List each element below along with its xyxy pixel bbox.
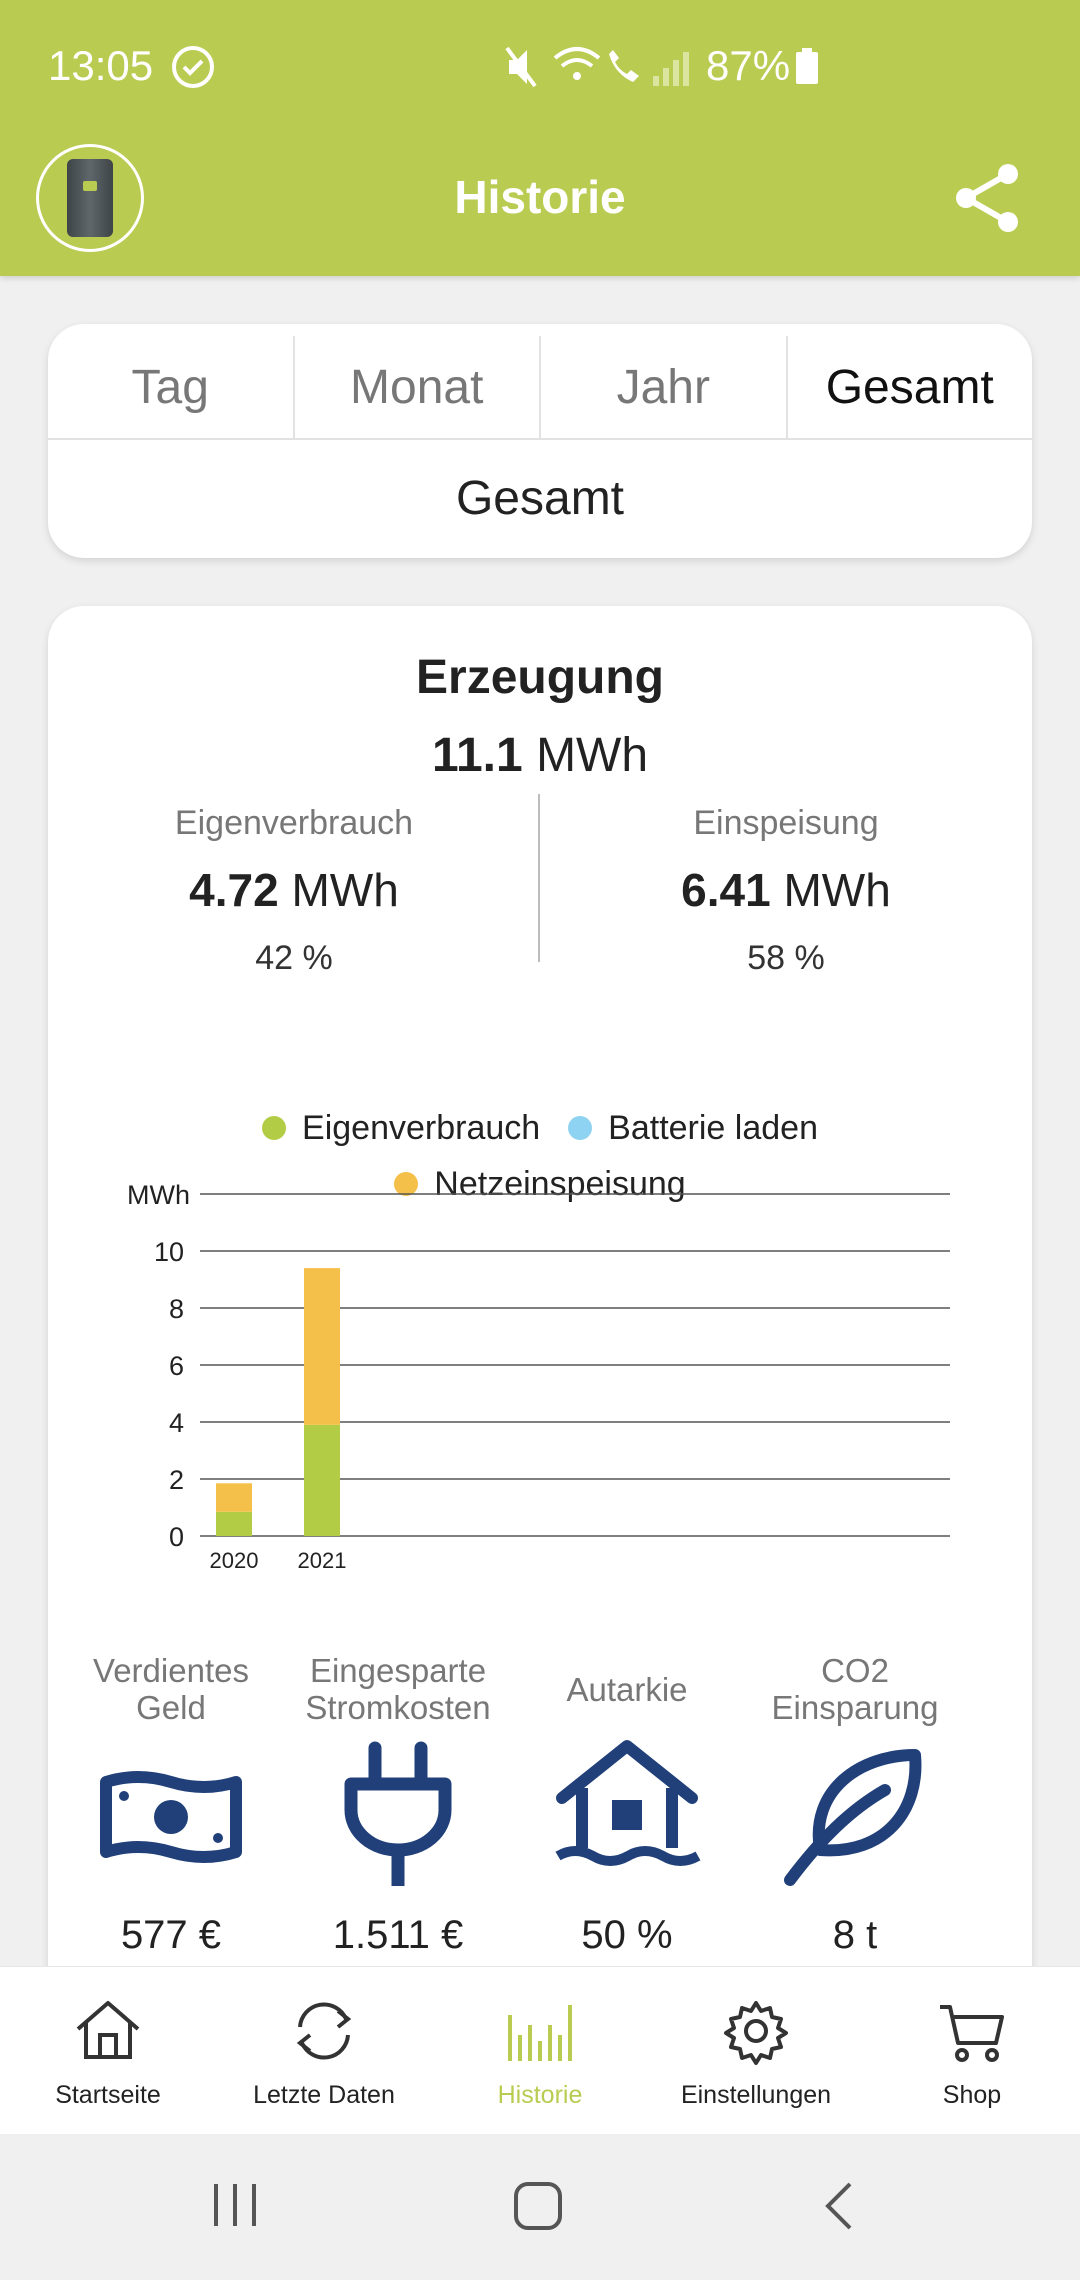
system-navigation-bar [0,2134,1080,2280]
feed-in-summary: Einspeisung 6.41 MWh 58 % [556,796,1016,978]
bar-segment [304,1268,340,1425]
battery-percent: 87% [706,42,791,89]
y-tick-label: 10 [154,1237,184,1267]
feed-in-label: Einspeisung [693,804,879,842]
tab-tag[interactable]: Tag [48,336,295,438]
legend-eigenverbrauch[interactable]: Eigenverbrauch [262,1109,540,1148]
legend-label-eigenverbrauch: Eigenverbrauch [302,1108,541,1147]
bar-segment [216,1483,252,1512]
cart-icon [940,2005,1004,2062]
bar-segment [216,1511,252,1536]
legend-dot-batterie [568,1116,593,1140]
history-bar-chart: MWh 0 2 4 6 8 10 2020 2021 [127,1180,950,1573]
home-button-icon[interactable] [512,2180,564,2232]
nav-label: Shop [942,2081,1002,2109]
y-tick-label: 2 [169,1465,184,1495]
kpi-label: Verdientes Geld [93,1652,249,1726]
page-title: Historie [454,171,626,223]
self-consumption-percent: 42 % [255,939,333,977]
kpi-value: 50 % [581,1913,673,1957]
back-icon[interactable] [820,2180,860,2232]
status-time: 13:05 [48,42,154,89]
nav-label: Einstellungen [680,2081,832,2109]
nav-einstellungen[interactable]: Einstellungen [648,1967,864,2134]
tab-monat[interactable]: Monat [295,336,541,438]
kpi-row: Verdientes Geld 577 € Eingesparte Stromk… [48,1652,1032,1992]
y-tick-label: 0 [169,1522,184,1552]
battery-icon [796,48,818,84]
nav-shop[interactable]: Shop [864,1967,1080,2134]
status-icons [505,46,689,88]
feed-in-number: 6.41 [681,864,771,916]
nav-label: Letzte Daten [253,2081,395,2109]
period-selector: Tag Monat Jahr Gesamt Gesamt [48,324,1032,558]
kpi-value: 1.511 € [332,1913,464,1957]
self-consumption-summary: Eigenverbrauch 4.72 MWh 42 % [64,796,524,978]
nav-historie[interactable]: Historie [432,1967,648,2134]
gear-icon [724,2001,788,2065]
house-icon [555,1740,701,1866]
kpi-value: 577 € [120,1913,222,1957]
home-icon [76,2001,140,2059]
self-consumption-number: 4.72 [189,864,279,916]
status-bar: 13:05 87% [0,0,1080,130]
app-bar: 13:05 87% Historie [0,0,1080,276]
generation-total-value: 11.1 [431,729,523,782]
y-axis-unit-label: MWh [127,1180,190,1210]
period-label[interactable]: Gesamt [48,440,1032,556]
x-tick-label: 2020 [210,1548,259,1573]
share-icon[interactable] [950,160,1026,236]
self-consumption-unit: MWh [291,864,399,916]
kpi-saved-costs: Eingesparte Stromkosten 1.511 € [285,1652,511,1958]
nav-startseite[interactable]: Startseite [0,1967,216,2134]
refresh-icon [296,2002,352,2060]
x-tick-label: 2021 [298,1548,347,1573]
nav-label: Historie [497,2081,583,2109]
y-tick-label: 4 [169,1408,184,1438]
kpi-label: Eingesparte Stromkosten [305,1652,491,1726]
bottom-navigation: Startseite Letzte Daten Historie Einstel… [0,1966,1080,2134]
kpi-earned-money: Verdientes Geld 577 € [58,1652,284,1958]
tab-bar: Tag Monat Jahr Gesamt [48,324,1032,440]
history-icon [508,2005,572,2061]
y-tick-label: 6 [169,1351,184,1381]
tab-jahr[interactable]: Jahr [541,336,788,438]
generation-total: 11.1 MWh [48,728,1032,783]
self-consumption-label: Eigenverbrauch [174,804,414,842]
feed-in-value: 6.41 MWh [556,863,1016,917]
recent-apps-icon[interactable] [210,2180,260,2230]
legend-dot-eigenverbrauch [262,1116,287,1140]
generation-title: Erzeugung [416,651,664,704]
summary-divider [538,794,540,962]
generation-card: Erzeugung 11.1 MWh Eigenverbrauch 4.72 M… [48,606,1032,2106]
tab-gesamt[interactable]: Gesamt [788,336,1033,438]
kpi-autarky: Autarkie 50 % [514,1652,740,1958]
legend-label-batterie: Batterie laden [608,1108,818,1147]
feed-in-percent: 58 % [747,939,825,977]
leaf-icon [784,1749,922,1886]
self-consumption-value: 4.72 MWh [64,863,524,917]
feed-in-unit: MWh [783,864,891,916]
money-icon [100,1771,242,1863]
kpi-co2-saving: CO2 Einsparung 8 t [742,1652,968,1958]
generation-total-unit: MWh [536,729,649,782]
legend-batterie[interactable]: Batterie laden [568,1109,818,1148]
kpi-label: Autarkie [566,1670,688,1708]
plug-icon [344,1741,452,1886]
kpi-label: CO2 Einsparung [771,1652,939,1726]
check-circle-icon [172,46,214,88]
y-tick-label: 8 [169,1294,184,1324]
nav-label: Startseite [55,2081,161,2109]
kpi-value: 8 t [832,1913,878,1957]
bar-segment [304,1424,340,1536]
nav-letzte-daten[interactable]: Letzte Daten [216,1967,432,2134]
